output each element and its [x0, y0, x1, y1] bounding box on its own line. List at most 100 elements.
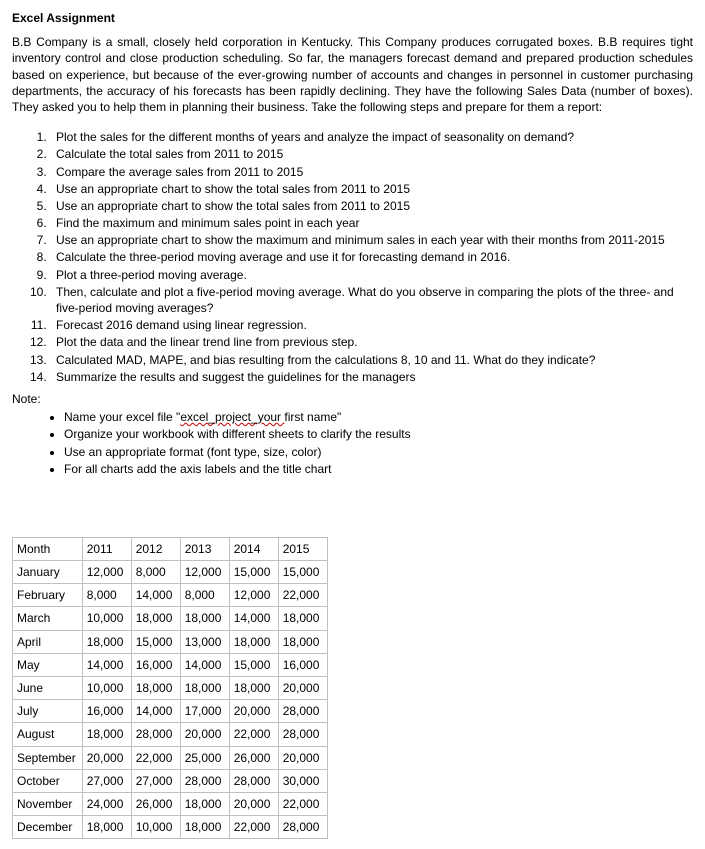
cell-value: 28,000	[278, 723, 327, 746]
table-row: August18,00028,00020,00022,00028,000	[13, 723, 328, 746]
cell-value: 30,000	[278, 769, 327, 792]
table-row: September20,00022,00025,00026,00020,000	[13, 746, 328, 769]
cell-value: 27,000	[82, 769, 131, 792]
cell-month: January	[13, 561, 83, 584]
note-item: Use an appropriate format (font type, si…	[64, 444, 693, 460]
cell-month: March	[13, 607, 83, 630]
step-item: Calculate the total sales from 2011 to 2…	[50, 146, 693, 162]
step-item: Plot the data and the linear trend line …	[50, 334, 693, 350]
cell-value: 20,000	[229, 792, 278, 815]
cell-value: 18,000	[229, 677, 278, 700]
cell-value: 22,000	[278, 792, 327, 815]
step-item: Calculated MAD, MAPE, and bias resulting…	[50, 352, 693, 368]
col-header-year: 2012	[131, 537, 180, 560]
cell-value: 14,000	[229, 607, 278, 630]
step-item: Use an appropriate chart to show the max…	[50, 232, 693, 248]
col-header-year: 2013	[180, 537, 229, 560]
cell-value: 20,000	[180, 723, 229, 746]
cell-value: 28,000	[180, 769, 229, 792]
cell-value: 13,000	[180, 630, 229, 653]
cell-value: 28,000	[229, 769, 278, 792]
cell-value: 22,000	[229, 723, 278, 746]
step-item: Find the maximum and minimum sales point…	[50, 215, 693, 231]
cell-value: 8,000	[131, 561, 180, 584]
cell-value: 18,000	[229, 630, 278, 653]
cell-value: 14,000	[82, 653, 131, 676]
col-header-year: 2014	[229, 537, 278, 560]
table-row: April18,00015,00013,00018,00018,000	[13, 630, 328, 653]
cell-month: February	[13, 584, 83, 607]
cell-value: 18,000	[278, 607, 327, 630]
cell-month: October	[13, 769, 83, 792]
cell-value: 22,000	[229, 816, 278, 839]
note-label: Note:	[12, 391, 693, 407]
intro-paragraph: B.B Company is a small, closely held cor…	[12, 34, 693, 115]
cell-value: 10,000	[82, 677, 131, 700]
note-text-wavy: excel_project_your	[180, 410, 284, 424]
page-title: Excel Assignment	[12, 10, 693, 26]
cell-month: April	[13, 630, 83, 653]
cell-value: 28,000	[278, 816, 327, 839]
cell-month: November	[13, 792, 83, 815]
cell-value: 10,000	[82, 607, 131, 630]
step-item: Use an appropriate chart to show the tot…	[50, 181, 693, 197]
table-row: July16,00014,00017,00020,00028,000	[13, 700, 328, 723]
cell-month: December	[13, 816, 83, 839]
step-item: Forecast 2016 demand using linear regres…	[50, 317, 693, 333]
step-item: Use an appropriate chart to show the tot…	[50, 198, 693, 214]
cell-month: May	[13, 653, 83, 676]
notes-list: Name your excel file "excel_project_your…	[12, 409, 693, 477]
cell-value: 16,000	[278, 653, 327, 676]
table-header-row: Month 2011 2012 2013 2014 2015	[13, 537, 328, 560]
cell-value: 15,000	[278, 561, 327, 584]
table-row: June10,00018,00018,00018,00020,000	[13, 677, 328, 700]
cell-value: 18,000	[180, 792, 229, 815]
cell-value: 26,000	[229, 746, 278, 769]
col-header-month: Month	[13, 537, 83, 560]
cell-value: 8,000	[180, 584, 229, 607]
cell-value: 16,000	[131, 653, 180, 676]
cell-value: 12,000	[229, 584, 278, 607]
step-item: Plot the sales for the different months …	[50, 129, 693, 145]
note-text-post: first name"	[284, 410, 341, 424]
step-item: Then, calculate and plot a five-period m…	[50, 284, 693, 316]
cell-value: 28,000	[131, 723, 180, 746]
col-header-year: 2015	[278, 537, 327, 560]
cell-value: 14,000	[180, 653, 229, 676]
cell-value: 12,000	[180, 561, 229, 584]
cell-value: 26,000	[131, 792, 180, 815]
note-text-pre: Name your excel file "	[64, 410, 180, 424]
cell-value: 15,000	[131, 630, 180, 653]
sales-data-table: Month 2011 2012 2013 2014 2015 January12…	[12, 537, 328, 839]
cell-value: 18,000	[180, 816, 229, 839]
cell-value: 12,000	[82, 561, 131, 584]
cell-value: 25,000	[180, 746, 229, 769]
cell-value: 20,000	[278, 677, 327, 700]
cell-value: 27,000	[131, 769, 180, 792]
table-row: January12,0008,00012,00015,00015,000	[13, 561, 328, 584]
note-item: For all charts add the axis labels and t…	[64, 461, 693, 477]
step-item: Calculate the three-period moving averag…	[50, 249, 693, 265]
col-header-year: 2011	[82, 537, 131, 560]
table-row: May14,00016,00014,00015,00016,000	[13, 653, 328, 676]
cell-value: 20,000	[82, 746, 131, 769]
cell-value: 18,000	[82, 723, 131, 746]
table-row: March10,00018,00018,00014,00018,000	[13, 607, 328, 630]
cell-value: 22,000	[131, 746, 180, 769]
cell-month: June	[13, 677, 83, 700]
step-item: Compare the average sales from 2011 to 2…	[50, 164, 693, 180]
cell-value: 18,000	[278, 630, 327, 653]
cell-value: 18,000	[180, 607, 229, 630]
cell-value: 28,000	[278, 700, 327, 723]
cell-month: August	[13, 723, 83, 746]
cell-value: 14,000	[131, 584, 180, 607]
cell-value: 16,000	[82, 700, 131, 723]
cell-value: 15,000	[229, 653, 278, 676]
cell-value: 20,000	[229, 700, 278, 723]
table-row: October27,00027,00028,00028,00030,000	[13, 769, 328, 792]
cell-value: 20,000	[278, 746, 327, 769]
step-item: Summarize the results and suggest the gu…	[50, 369, 693, 385]
cell-value: 18,000	[180, 677, 229, 700]
cell-value: 22,000	[278, 584, 327, 607]
note-item: Name your excel file "excel_project_your…	[64, 409, 693, 425]
